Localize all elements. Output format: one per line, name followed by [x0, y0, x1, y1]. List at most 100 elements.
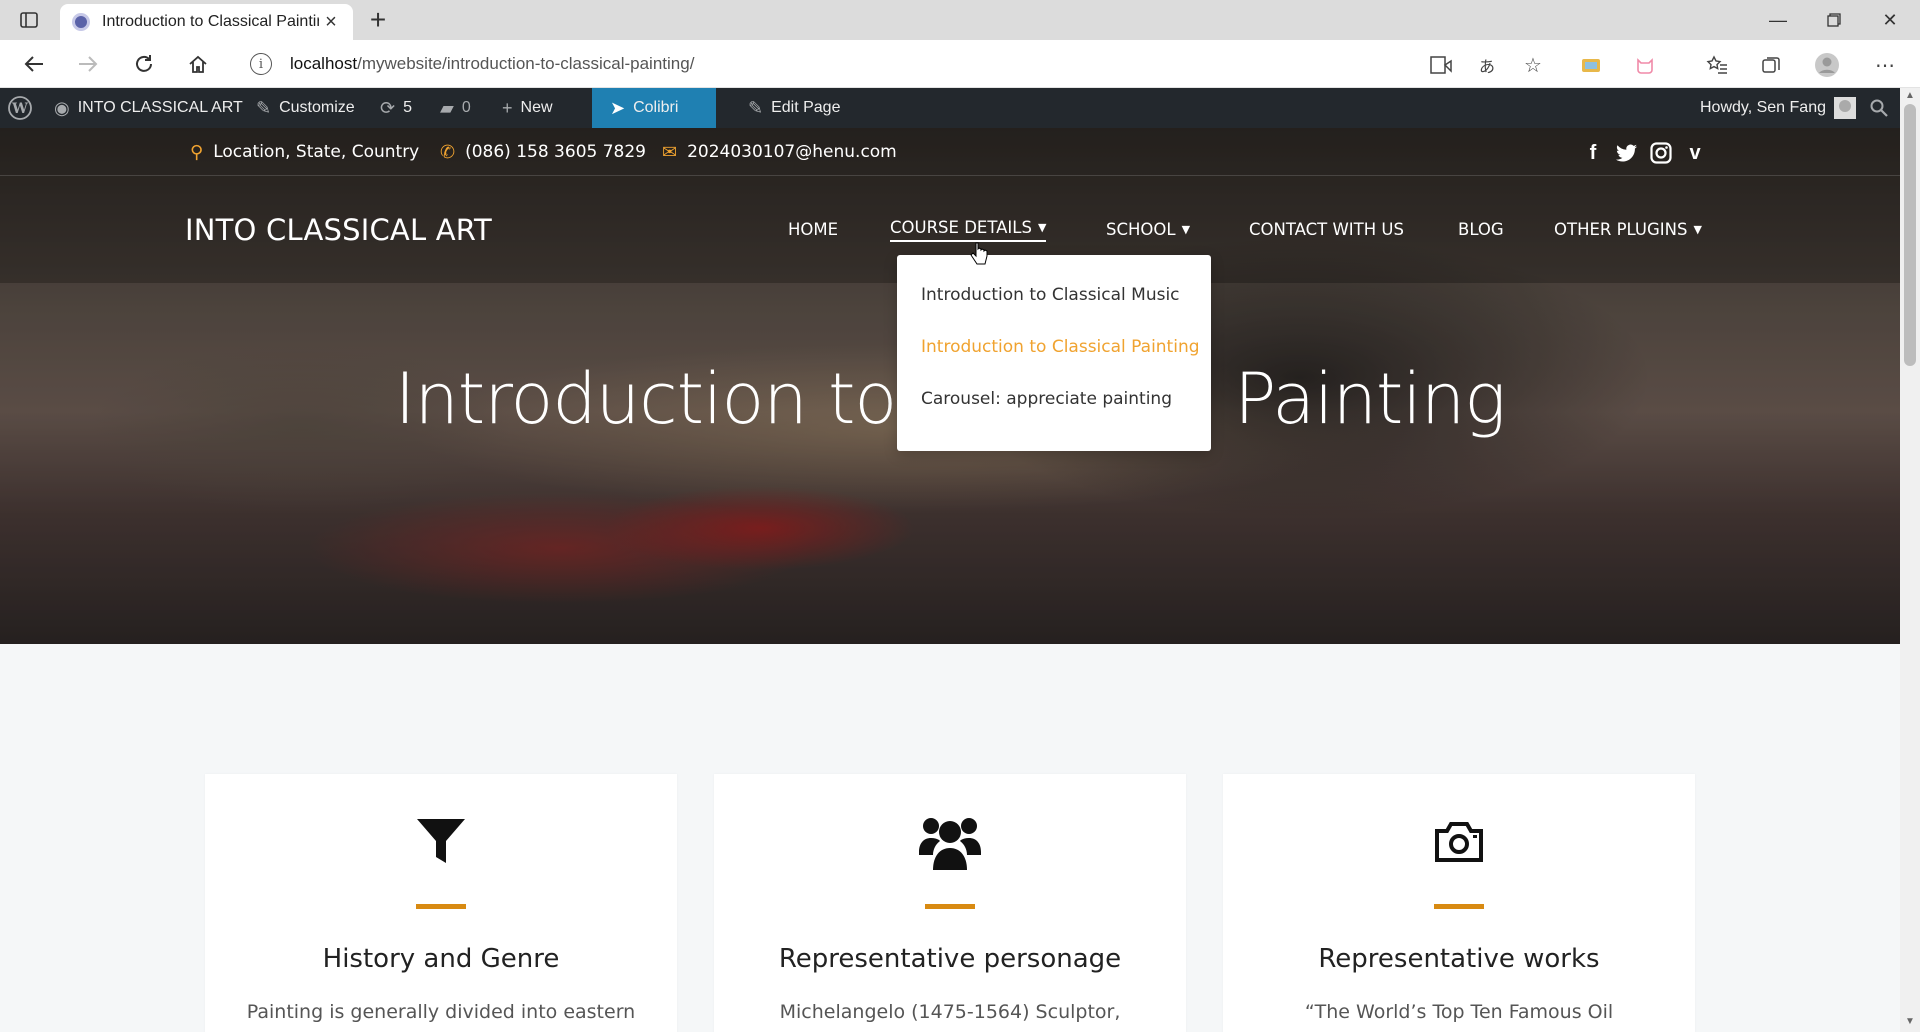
phone-icon: ✆: [440, 141, 456, 163]
nav-contact[interactable]: CONTACT WITH US: [1249, 176, 1404, 283]
phone-info: ✆ (086) 158 3605 7829: [440, 128, 646, 176]
map-pin-icon: ⚲: [190, 141, 204, 163]
wp-account[interactable]: Howdy, Sen Fang: [1700, 88, 1856, 128]
wp-site-name-label: INTO CLASSICAL ART: [77, 99, 243, 116]
card-accent-bar: [416, 904, 466, 909]
immersive-reader-icon[interactable]: [1428, 52, 1454, 78]
page-content: ⚲ Location, State, Country ✆ (086) 158 3…: [0, 128, 1900, 1032]
back-icon[interactable]: [18, 48, 50, 80]
reload-icon[interactable]: [128, 48, 160, 80]
dropdown-item-carousel[interactable]: Carousel: appreciate painting: [921, 389, 1172, 409]
restore-icon[interactable]: [1806, 0, 1862, 40]
forward-icon[interactable]: [72, 48, 104, 80]
minimize-icon[interactable]: —: [1750, 0, 1806, 40]
scroll-up-icon[interactable]: ▲: [1904, 90, 1916, 102]
comment-icon: ▰: [440, 97, 454, 118]
site-logo[interactable]: INTO CLASSICAL ART: [185, 176, 492, 283]
tab-close-icon[interactable]: ×: [319, 10, 343, 34]
card-text: Michelangelo (1475-1564) Sculptor,: [779, 1001, 1121, 1023]
mouse-cursor-icon: [970, 242, 988, 271]
dashboard-icon: ◉: [54, 97, 70, 118]
filter-icon: [205, 810, 677, 874]
home-icon[interactable]: [182, 48, 214, 80]
card-works: Representative works “The World’s Top Te…: [1223, 774, 1695, 1032]
vimeo-icon[interactable]: v: [1682, 140, 1708, 166]
wp-updates-count: 5: [403, 99, 412, 116]
browser-tab-active[interactable]: Introduction to Classical Painting ×: [60, 4, 353, 40]
profile-icon[interactable]: [1814, 52, 1840, 78]
updates-icon: ⟳: [380, 97, 396, 118]
favorites-icon[interactable]: [1704, 52, 1730, 78]
facebook-icon[interactable]: f: [1580, 140, 1606, 166]
chevron-down-icon: ▼: [1181, 223, 1191, 236]
page-scrollbar[interactable]: ▲ ▼: [1900, 88, 1920, 1032]
colibri-bird-icon: ➤: [610, 97, 626, 118]
card-accent-bar: [1434, 904, 1484, 909]
wp-new[interactable]: + New: [502, 88, 553, 128]
nav-other-plugins-label: OTHER PLUGINS: [1554, 220, 1688, 239]
wp-howdy-label: Howdy, Sen Fang: [1700, 99, 1826, 116]
card-title: History and Genre: [322, 944, 560, 974]
browser-tab-strip: Introduction to Classical Painting × + —…: [0, 0, 1920, 40]
pencil-icon: ✎: [748, 97, 764, 118]
more-menu-icon[interactable]: ⋯: [1872, 52, 1898, 78]
card-accent-bar: [925, 904, 975, 909]
email-info: ✉ 2024030107@henu.com: [662, 128, 897, 176]
twitter-icon[interactable]: [1614, 140, 1640, 166]
wp-site-name[interactable]: ◉ INTO CLASSICAL ART: [54, 88, 243, 128]
nav-school-label: SCHOOL: [1106, 220, 1176, 239]
card-personage: Representative personage Michelangelo (1…: [714, 774, 1186, 1032]
nav-course-details-label: COURSE DETAILS: [890, 218, 1032, 237]
scroll-thumb[interactable]: [1904, 104, 1916, 366]
tab-actions-icon[interactable]: [14, 8, 44, 32]
favorite-add-icon[interactable]: ☆: [1520, 52, 1546, 78]
dropdown-item-classical-music[interactable]: Introduction to Classical Music: [921, 285, 1180, 305]
wp-edit-page[interactable]: ✎ Edit Page: [748, 88, 840, 128]
instagram-icon[interactable]: [1648, 140, 1674, 166]
wp-edit-page-label: Edit Page: [771, 99, 841, 116]
wp-updates[interactable]: ⟳ 5: [380, 88, 412, 128]
extension-cat-icon[interactable]: [1632, 52, 1658, 78]
wp-comments-count: 0: [461, 99, 471, 116]
card-text: “The World’s Top Ten Famous Oil: [1304, 1001, 1614, 1023]
close-window-icon[interactable]: ✕: [1862, 0, 1918, 40]
email-text: 2024030107@henu.com: [687, 142, 897, 162]
card-text: Painting is generally divided into easte…: [246, 1001, 636, 1023]
wp-customize[interactable]: ✎ Customize: [256, 88, 355, 128]
plus-icon: +: [502, 97, 513, 118]
tab-title: Introduction to Classical Painting: [102, 13, 319, 30]
dropdown-item-classical-painting[interactable]: Introduction to Classical Painting: [921, 337, 1200, 357]
nav-course-details[interactable]: COURSE DETAILS ▼: [890, 218, 1047, 242]
url-host: localhost: [290, 54, 358, 73]
scroll-down-icon[interactable]: ▼: [1904, 1016, 1916, 1028]
avatar: [1834, 97, 1856, 119]
wordpress-logo-icon[interactable]: W: [8, 88, 32, 128]
location-info: ⚲ Location, State, Country: [190, 128, 419, 176]
browser-address-bar: i localhost/mywebsite/introduction-to-cl…: [0, 40, 1920, 88]
wp-colibri[interactable]: ➤ Colibri: [592, 88, 716, 128]
translate-icon[interactable]: あ: [1474, 52, 1500, 78]
wp-admin-bar: W ◉ INTO CLASSICAL ART ✎ Customize ⟳ 5 ▰…: [0, 88, 1900, 128]
card-history: History and Genre Painting is generally …: [205, 774, 677, 1032]
wp-colibri-label: Colibri: [633, 99, 679, 116]
wp-search-icon[interactable]: [1870, 88, 1888, 128]
header-top-bar: ⚲ Location, State, Country ✆ (086) 158 3…: [0, 128, 1900, 176]
new-tab-icon[interactable]: +: [364, 4, 392, 35]
wp-new-label: New: [520, 99, 553, 116]
card-title: Representative works: [1318, 944, 1600, 974]
collections-icon[interactable]: [1758, 52, 1784, 78]
location-text: Location, State, Country: [213, 142, 420, 162]
extension-icon[interactable]: [1578, 52, 1604, 78]
nav-other-plugins[interactable]: OTHER PLUGINS ▼: [1554, 176, 1702, 283]
nav-blog[interactable]: BLOG: [1458, 176, 1504, 283]
svg-text:W: W: [11, 101, 28, 117]
url-path: /mywebsite/introduction-to-classical-pai…: [357, 54, 695, 73]
url-field[interactable]: i localhost/mywebsite/introduction-to-cl…: [236, 46, 1556, 82]
site-info-icon[interactable]: i: [250, 53, 272, 75]
card-title: Representative personage: [778, 944, 1122, 974]
nav-home[interactable]: HOME: [788, 176, 838, 283]
camera-icon: [1223, 810, 1695, 874]
wp-customize-label: Customize: [279, 99, 355, 116]
course-details-dropdown: Introduction to Classical Music Introduc…: [897, 255, 1211, 451]
wp-comments[interactable]: ▰ 0: [440, 88, 471, 128]
